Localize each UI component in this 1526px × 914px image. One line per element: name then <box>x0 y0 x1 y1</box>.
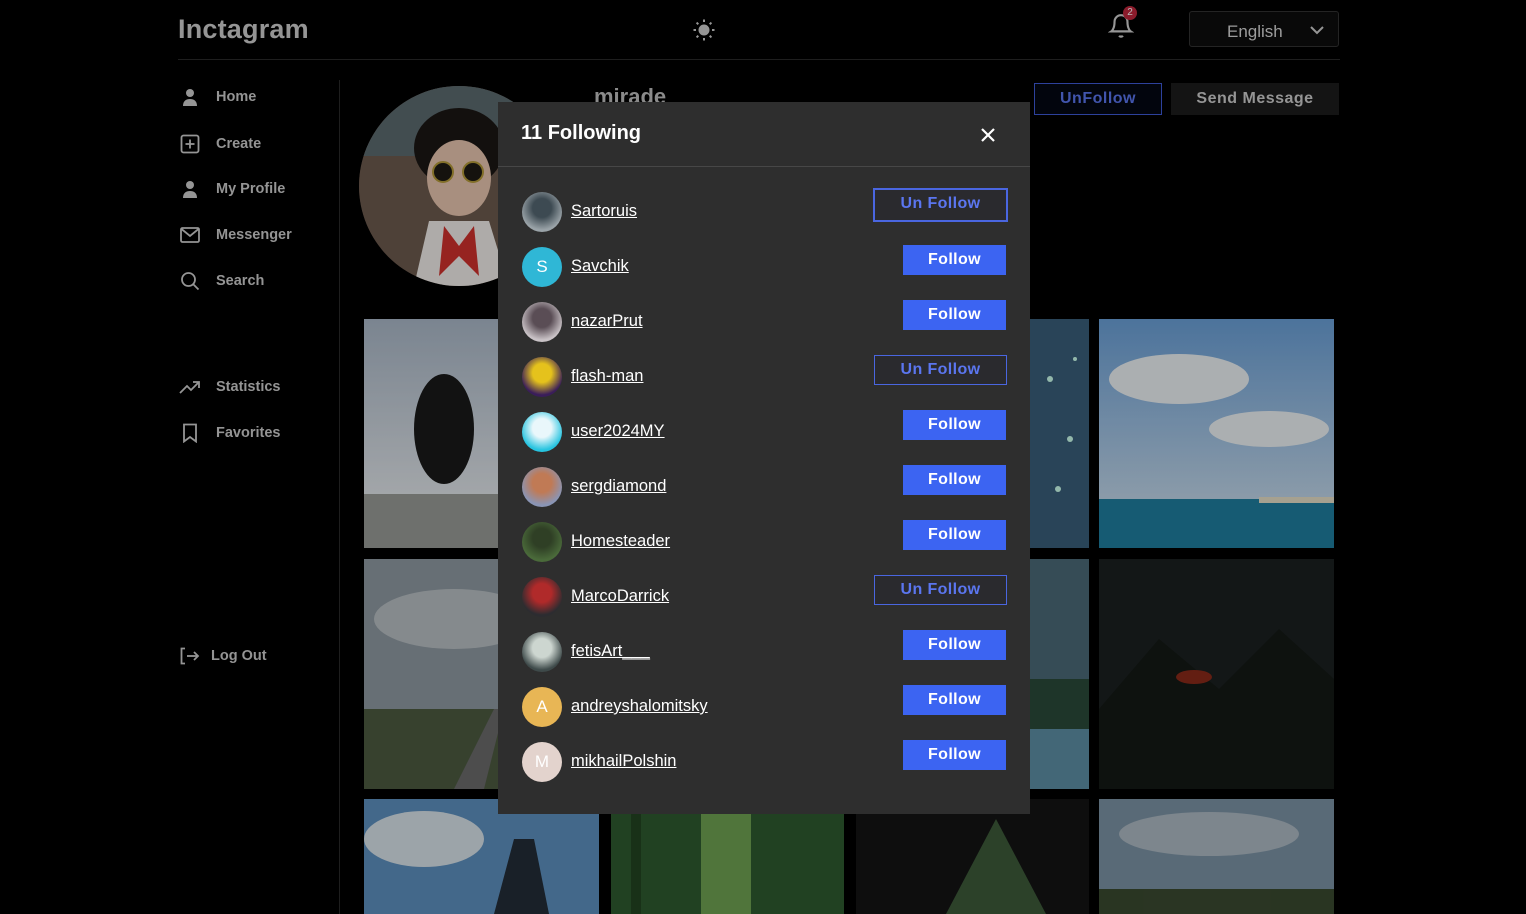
follow-button[interactable]: Follow <box>903 410 1006 440</box>
username-link[interactable]: nazarPrut <box>571 312 643 331</box>
username-link[interactable]: user2024MY <box>571 422 665 441</box>
unfollow-button[interactable]: Un Follow <box>874 355 1007 385</box>
username-link[interactable]: andreyshalomitsky <box>571 697 708 716</box>
username-link[interactable]: flash-man <box>571 367 643 386</box>
following-row: Homesteader Follow <box>498 520 1030 575</box>
username-link[interactable]: Savchik <box>571 257 629 276</box>
avatar[interactable]: M <box>522 742 562 782</box>
follow-button[interactable]: Follow <box>903 465 1006 495</box>
following-row: MarcoDarrick Un Follow <box>498 575 1030 630</box>
username-link[interactable]: sergdiamond <box>571 477 666 496</box>
unfollow-button[interactable]: Un Follow <box>874 575 1007 605</box>
follow-button[interactable]: Follow <box>903 245 1006 275</box>
modal-header: 11 Following <box>498 102 1030 167</box>
username-link[interactable]: Sartoruis <box>571 202 637 221</box>
following-row: flash-man Un Follow <box>498 355 1030 410</box>
follow-button[interactable]: Follow <box>903 685 1006 715</box>
username-link[interactable]: mikhailPolshin <box>571 752 676 771</box>
follow-button[interactable]: Follow <box>903 520 1006 550</box>
avatar[interactable] <box>522 632 562 672</box>
avatar-letter: S <box>536 257 548 276</box>
avatar[interactable] <box>522 412 562 452</box>
following-row: fetisArt___ Follow <box>498 630 1030 685</box>
avatar[interactable] <box>522 302 562 342</box>
avatar[interactable] <box>522 522 562 562</box>
unfollow-button[interactable]: Un Follow <box>873 188 1008 222</box>
avatar[interactable] <box>522 357 562 397</box>
avatar-letter: A <box>536 697 548 716</box>
avatar[interactable]: S <box>522 247 562 287</box>
avatar[interactable] <box>522 467 562 507</box>
avatar[interactable] <box>522 577 562 617</box>
avatar[interactable]: A <box>522 687 562 727</box>
username-link[interactable]: MarcoDarrick <box>571 587 669 606</box>
username-link[interactable]: fetisArt___ <box>571 642 650 661</box>
following-row: Aandreyshalomitsky Follow <box>498 685 1030 740</box>
avatar[interactable] <box>522 192 562 232</box>
following-row: MmikhailPolshin Follow <box>498 740 1030 795</box>
following-row: user2024MY Follow <box>498 410 1030 465</box>
following-modal: 11 Following Sartoruis Un Follow S Savchik F… <box>498 102 1030 814</box>
follow-button[interactable]: Follow <box>903 630 1006 660</box>
modal-title: 11 Following <box>521 122 642 144</box>
username-link[interactable]: Homesteader <box>571 532 670 551</box>
avatar-letter: M <box>534 752 550 771</box>
following-row: S Savchik Follow <box>498 245 1030 300</box>
close-icon[interactable] <box>977 124 999 146</box>
following-row: nazarPrut Follow <box>498 300 1030 355</box>
follow-button[interactable]: Follow <box>903 740 1006 770</box>
following-row: sergdiamond Follow <box>498 465 1030 520</box>
following-row: Sartoruis Un Follow <box>498 188 1030 245</box>
follow-button[interactable]: Follow <box>903 300 1006 330</box>
